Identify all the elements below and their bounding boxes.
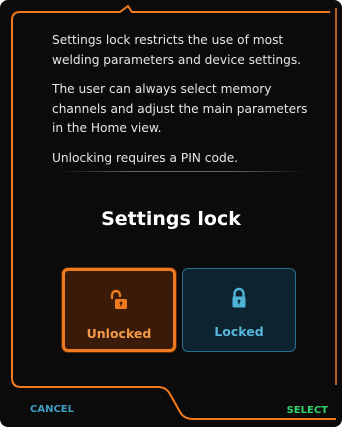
- divider: [58, 171, 306, 172]
- settings-lock-screen: Settings lock restricts the use of most …: [0, 0, 342, 427]
- description-paragraph-3: Unlocking requires a PIN code.: [52, 150, 239, 165]
- description-paragraph-2: The user can always select memory channe…: [52, 82, 308, 135]
- unlocked-option-label: Unlocked: [86, 326, 152, 341]
- select-button[interactable]: SELECT: [287, 405, 328, 416]
- locked-option-label: Locked: [214, 324, 264, 339]
- page-title: Settings lock: [101, 208, 241, 230]
- description-paragraph-1: Settings lock restricts the use of most …: [52, 33, 302, 67]
- settings-lock-description: Settings lock restricts the use of most …: [52, 31, 314, 178]
- locked-padlock-icon: [183, 287, 295, 309]
- locked-option-button[interactable]: Locked: [182, 268, 296, 352]
- unlocked-padlock-icon: [65, 289, 173, 311]
- cancel-button[interactable]: CANCEL: [30, 404, 74, 415]
- unlocked-option-button[interactable]: Unlocked: [62, 268, 176, 352]
